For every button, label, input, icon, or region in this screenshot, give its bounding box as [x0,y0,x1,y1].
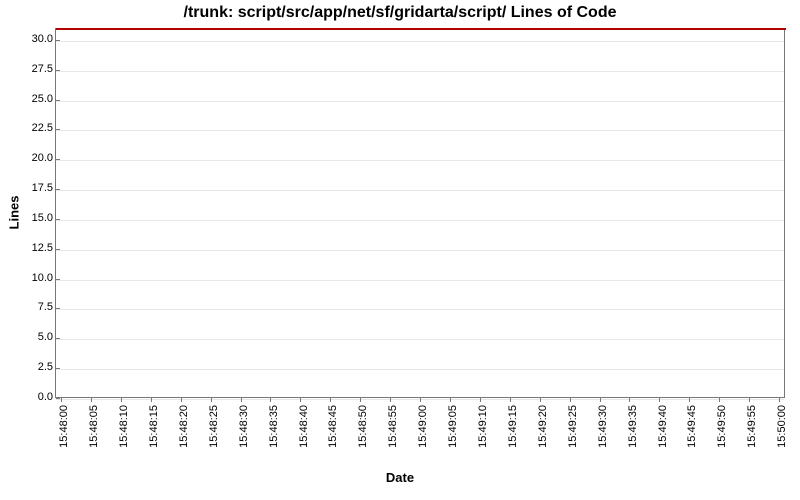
gridline [56,250,784,251]
x-tick-label: 15:49:20 [537,405,549,448]
gridline [56,130,784,131]
y-tick-label: 20.0 [13,152,53,164]
gridline [56,101,784,102]
x-tick-label: 15:48:55 [387,405,399,448]
gridline [56,369,784,370]
y-tick-label: 2.5 [13,361,53,373]
y-tick-label: 22.5 [13,122,53,134]
x-tick-label: 15:49:15 [507,405,519,448]
y-tick-label: 15.0 [13,212,53,224]
y-tick-label: 27.5 [13,63,53,75]
y-tick-label: 10.0 [13,272,53,284]
x-tick-label: 15:49:05 [447,405,459,448]
y-tick-label: 30.0 [13,33,53,45]
x-tick-label: 15:49:45 [686,405,698,448]
gridline [56,309,784,310]
x-tick-label: 15:50:00 [776,405,788,448]
x-tick-label: 15:48:40 [297,405,309,448]
loc-chart: /trunk: script/src/app/net/sf/gridarta/s… [0,0,800,500]
chart-title: /trunk: script/src/app/net/sf/gridarta/s… [0,4,800,22]
x-tick-label: 15:49:30 [597,405,609,448]
x-tick-label: 15:48:50 [357,405,369,448]
y-tick-label: 7.5 [13,301,53,313]
x-tick-label: 15:48:05 [88,405,100,448]
x-tick-label: 15:48:30 [238,405,250,448]
gridline [56,190,784,191]
gridline [56,71,784,72]
x-tick-label: 15:48:25 [208,405,220,448]
x-tick-label: 15:48:15 [148,405,160,448]
gridline [56,160,784,161]
x-tick-label: 15:48:35 [267,405,279,448]
y-tick-label: 25.0 [13,93,53,105]
x-tick-label: 15:49:25 [567,405,579,448]
x-tick-label: 15:48:45 [327,405,339,448]
gridline [56,339,784,340]
x-tick-label: 15:49:35 [626,405,638,448]
x-tick-label: 15:49:10 [477,405,489,448]
gridline [56,220,784,221]
x-tick-label: 15:49:50 [716,405,728,448]
y-tick-label: 12.5 [13,242,53,254]
x-tick-label: 15:48:10 [118,405,130,448]
y-tick-label: 5.0 [13,331,53,343]
plot-area [55,28,785,398]
gridline [56,41,784,42]
y-tick-label: 17.5 [13,182,53,194]
gridline [56,280,784,281]
x-tick-label: 15:48:20 [178,405,190,448]
x-tick-label: 15:49:00 [417,405,429,448]
x-tick-label: 15:49:55 [746,405,758,448]
x-tick-label: 15:49:40 [656,405,668,448]
x-axis-label: Date [0,470,800,485]
x-tick-label: 15:48:00 [58,405,70,448]
series-line [56,28,786,30]
y-tick-label: 0.0 [13,391,53,403]
